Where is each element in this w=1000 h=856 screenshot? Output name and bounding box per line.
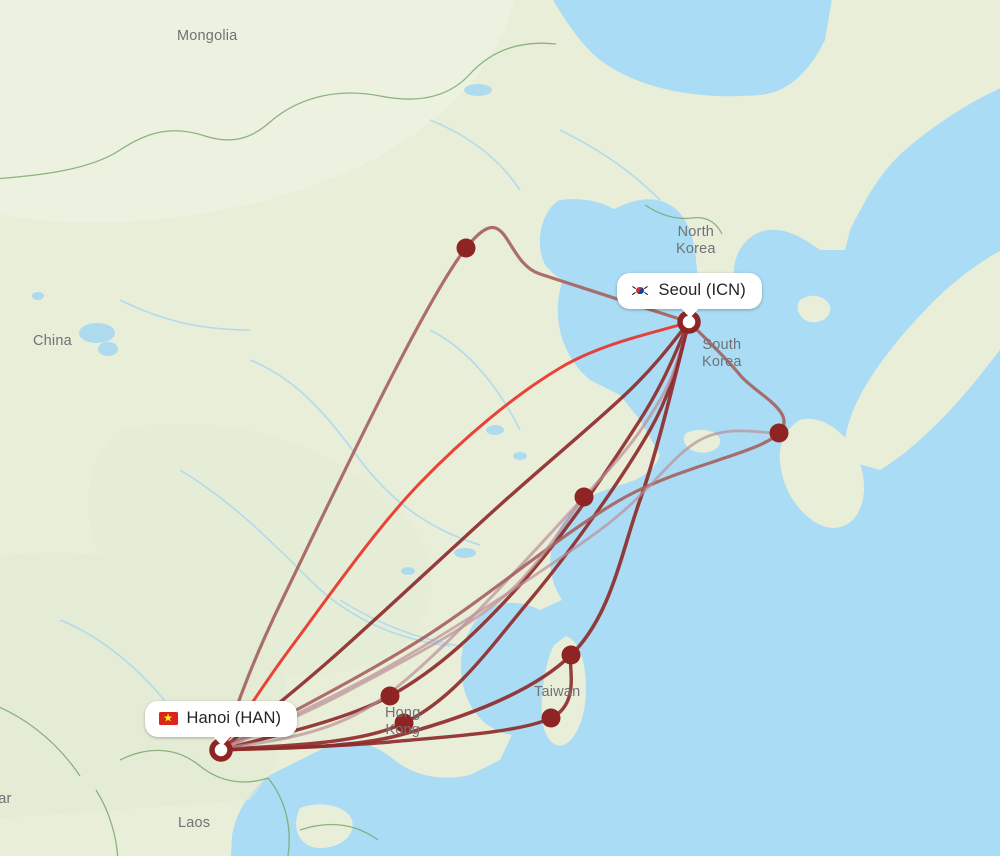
airport-marker-shanghai[interactable]: [574, 487, 594, 507]
airport-marker-hongkong[interactable]: [394, 713, 414, 733]
airport-marker-beijing[interactable]: [456, 238, 476, 258]
hanoi-city-label: Hanoi (HAN): [186, 709, 282, 727]
tooltip-pointer: [680, 307, 701, 318]
airport-marker-fukuoka[interactable]: [769, 423, 789, 443]
tooltip-pointer: [211, 735, 232, 746]
airport-marker-taipei[interactable]: [561, 645, 581, 665]
airport-marker-kaohsiung[interactable]: [541, 708, 561, 728]
seoul-city-label: Seoul (ICN): [658, 281, 746, 299]
hanoi-city-tooltip[interactable]: ★ Hanoi (HAN): [144, 701, 298, 746]
airport-marker-guangzhou[interactable]: [380, 686, 400, 706]
vn-flag-icon: ★: [158, 712, 178, 725]
flight-route-map[interactable]: Mongolia China North Korea South Korea Taiwa…: [0, 0, 1000, 856]
seoul-city-tooltip[interactable]: Seoul (ICN): [616, 273, 762, 318]
kr-flag-icon: [630, 284, 650, 297]
